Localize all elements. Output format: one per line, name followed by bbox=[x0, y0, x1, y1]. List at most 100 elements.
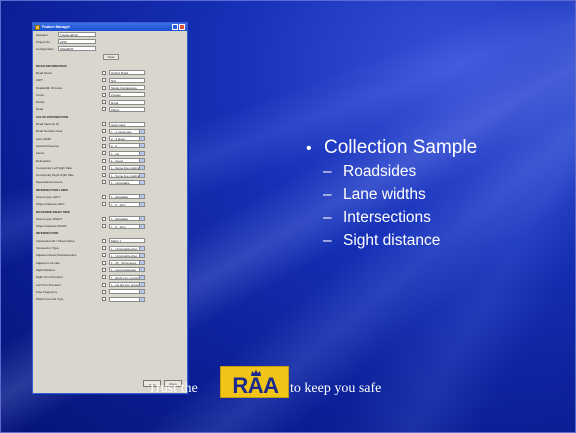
help-button[interactable] bbox=[172, 24, 178, 30]
field-label: Sight Distance bbox=[36, 267, 56, 272]
row-checkbox[interactable] bbox=[102, 282, 106, 287]
form-row: Free Frequency bbox=[36, 288, 184, 295]
row-checkbox[interactable] bbox=[102, 260, 106, 265]
row-checkbox[interactable] bbox=[102, 173, 106, 178]
row-checkbox[interactable] bbox=[102, 246, 106, 251]
field-input[interactable]: Oxford Road bbox=[109, 70, 145, 76]
bullet-dot-icon: • bbox=[306, 140, 312, 157]
field-input[interactable]: Apply Now bbox=[109, 121, 145, 127]
sub-bullets: – Roadsides – Lane widths – Intersections – Sig… bbox=[323, 163, 477, 255]
field-dropdown[interactable]: 1 - Roadside bbox=[109, 216, 145, 222]
field-label: Pattern Control Type bbox=[36, 297, 64, 302]
header-field-input[interactable]: 2150 bbox=[58, 39, 96, 44]
field-label: Intersection ID / Street Name bbox=[36, 238, 75, 243]
row-checkbox[interactable] bbox=[102, 85, 106, 90]
form-row: Severe type RIGHT 1 - Roadside bbox=[36, 215, 184, 222]
field-label: Speed Environment bbox=[36, 180, 63, 185]
row-checkbox[interactable] bbox=[102, 194, 106, 199]
close-icon[interactable] bbox=[179, 24, 185, 30]
field-dropdown[interactable]: 1 - No left turn provision bbox=[109, 282, 145, 288]
form-rows: ROAD INFORMATION Road Name Oxford Road UNIT… bbox=[33, 60, 187, 303]
field-dropdown[interactable]: 1 - 5 - 10m bbox=[109, 223, 145, 229]
row-checkbox[interactable] bbox=[102, 122, 106, 127]
field-input[interactable]: Plains bbox=[109, 106, 145, 112]
field-dropdown[interactable]: 2 - 4 bbox=[109, 143, 145, 149]
form-row: Intersection Type 1 - Unsignalized leg bbox=[36, 244, 184, 251]
field-label: Road Verbone W bbox=[36, 122, 59, 127]
field-dropdown[interactable]: 1 - No bbox=[109, 150, 145, 156]
form-row: Hazard Presence 2 - 4 bbox=[36, 142, 184, 149]
field-label: Conspicuity Right Sight Side bbox=[36, 173, 74, 178]
row-checkbox[interactable] bbox=[102, 224, 106, 229]
field-dropdown[interactable]: 1 - 25 - 90 degrees bbox=[109, 260, 145, 266]
field-input[interactable]: Single Carriageway bbox=[109, 85, 145, 91]
field-dropdown[interactable]: 1 - 5 - 10m bbox=[109, 201, 145, 207]
bullet-main: • Collection Sample bbox=[306, 137, 477, 159]
field-dropdown[interactable]: 1 - Roadside bbox=[109, 194, 145, 200]
row-checkbox[interactable] bbox=[102, 253, 106, 258]
sub-bullet-item: – Sight distance bbox=[323, 232, 477, 255]
field-dropdown[interactable]: 1 - Some line markings bbox=[109, 172, 145, 178]
field-input[interactable]: Rural bbox=[109, 99, 145, 105]
form-row: Cross 2 lanes bbox=[36, 91, 184, 98]
row-checkbox[interactable] bbox=[102, 143, 106, 148]
header-field-input[interactable]: SIGAROF bbox=[58, 46, 96, 51]
sub-bullet-item: – Intersections bbox=[323, 209, 477, 232]
close-button[interactable]: Close bbox=[164, 380, 182, 387]
form-row: Road Number Clear 1 - 2 metre way bbox=[36, 128, 184, 135]
row-checkbox[interactable] bbox=[102, 180, 106, 185]
form-row: UNIT N/A bbox=[36, 77, 184, 84]
row-checkbox[interactable] bbox=[102, 297, 106, 302]
form-row: Fence 1 - No bbox=[36, 150, 184, 157]
field-input[interactable]: Major 1 bbox=[109, 238, 145, 244]
row-checkbox[interactable] bbox=[102, 129, 106, 134]
row-checkbox[interactable] bbox=[102, 202, 106, 207]
row-checkbox[interactable] bbox=[102, 216, 106, 221]
field-label: Roadwidth W metre bbox=[36, 85, 63, 90]
row-checkbox[interactable] bbox=[102, 238, 106, 243]
header-fields: Operator Transit admin Project No 2150 Confi… bbox=[33, 31, 187, 52]
row-checkbox[interactable] bbox=[102, 100, 106, 105]
row-checkbox[interactable] bbox=[102, 158, 106, 163]
field-dropdown[interactable]: 1 - Unsuitable bbox=[109, 179, 145, 185]
field-dropdown[interactable] bbox=[109, 296, 145, 302]
field-input[interactable]: N/A bbox=[109, 77, 145, 83]
section-label: ROADSIDE RIGHT SIDE bbox=[36, 209, 70, 214]
field-dropdown[interactable]: 1 - Some line markings bbox=[109, 165, 145, 171]
header-field-input[interactable]: Transit admin bbox=[58, 32, 96, 37]
section-header: ROADSIDE RIGHT SIDE bbox=[36, 208, 184, 215]
row-checkbox[interactable] bbox=[102, 275, 106, 280]
row-checkbox[interactable] bbox=[102, 107, 106, 112]
row-checkbox[interactable] bbox=[102, 289, 106, 294]
field-dropdown[interactable] bbox=[109, 289, 145, 295]
field-label: Fence bbox=[36, 151, 45, 156]
form-row: Divide Rural bbox=[36, 98, 184, 105]
apply-button[interactable]: Apply bbox=[143, 380, 161, 387]
header-field-row: Operator Transit admin bbox=[33, 31, 187, 38]
field-dropdown[interactable]: 2 - 3 lanes bbox=[109, 136, 145, 142]
form-row: Delineation 1 - Good bbox=[36, 157, 184, 164]
field-dropdown[interactable]: 1 - Good bbox=[109, 158, 145, 163]
row-checkbox[interactable] bbox=[102, 92, 106, 97]
row-checkbox[interactable] bbox=[102, 165, 106, 170]
window-titlebar[interactable]: Feature Manager bbox=[33, 23, 187, 31]
field-dropdown[interactable]: 1 - Good adequate bbox=[109, 267, 145, 273]
field-dropdown[interactable]: 1 - Unsignalized leg bbox=[109, 252, 145, 258]
field-dropdown[interactable]: 1 - Unsignalized leg bbox=[109, 245, 145, 251]
field-label: Hazard Presence bbox=[36, 143, 60, 148]
field-dropdown[interactable]: 1 - Right turn provision bbox=[109, 274, 145, 280]
row-checkbox[interactable] bbox=[102, 151, 106, 156]
header-field-row: Configuration SIGAROF bbox=[33, 45, 187, 52]
row-checkbox[interactable] bbox=[102, 78, 106, 83]
field-label: Road Name bbox=[36, 70, 53, 75]
field-dropdown[interactable]: 1 - 2 metre way bbox=[109, 128, 145, 134]
sub-bullet-text: Intersections bbox=[343, 209, 431, 226]
row-checkbox[interactable] bbox=[102, 267, 106, 272]
field-input[interactable]: 2 lanes bbox=[109, 92, 145, 98]
form-row: Object distance LEFT 1 - 5 - 10m bbox=[36, 201, 184, 208]
sub-bullet-text: Sight distance bbox=[343, 232, 441, 249]
dash-icon: – bbox=[323, 163, 332, 180]
row-checkbox[interactable] bbox=[102, 70, 106, 75]
row-checkbox[interactable] bbox=[102, 136, 106, 141]
form-row: Roadwidth W metre Single Carriageway bbox=[36, 84, 184, 91]
